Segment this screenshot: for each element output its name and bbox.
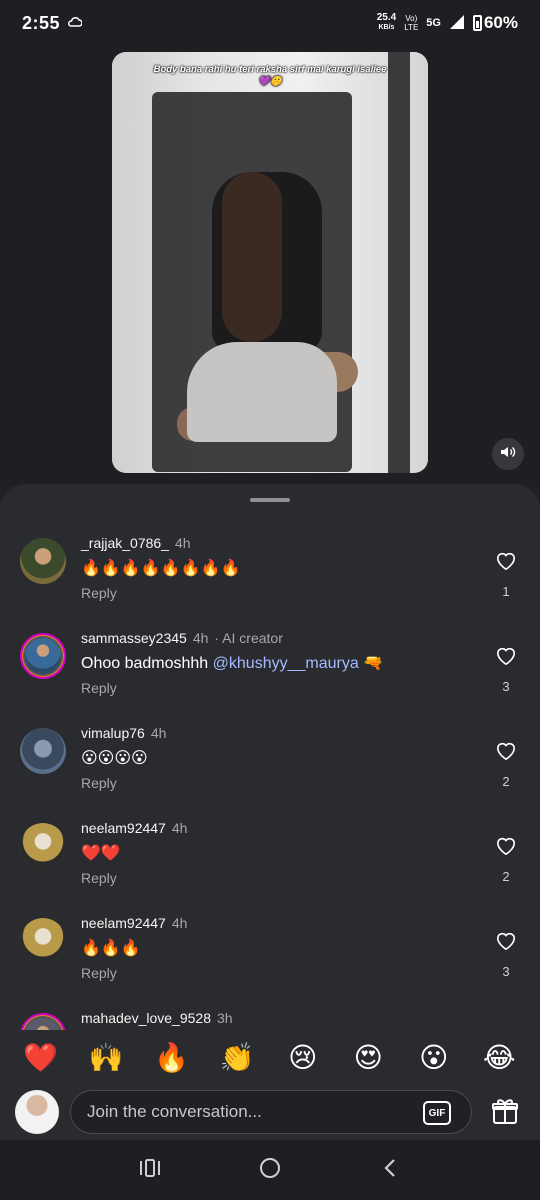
avatar[interactable] <box>20 918 66 964</box>
comment-time: 4h <box>174 535 191 551</box>
heart-icon <box>495 552 517 575</box>
comment-username[interactable]: sammassey2345 <box>81 630 187 646</box>
avatar[interactable] <box>20 728 66 774</box>
reel-video[interactable]: Body bana rahi hu teri raksha sirf mai k… <box>112 52 428 473</box>
recent-apps-icon <box>139 1158 161 1182</box>
comment-text: ❤️❤️ <box>81 845 121 862</box>
comment-text: Ohoo badmoshhh @khushyy__maurya 🔫 <box>81 655 384 672</box>
volte-indicator: Vo) LTE <box>404 14 419 32</box>
comment-list[interactable]: _rajjak_0786_ 4h 🔥🔥🔥🔥🔥🔥🔥🔥 Reply 1 sammass… <box>0 526 540 1030</box>
battery-status: 60% <box>472 13 518 33</box>
like-button[interactable]: 3 <box>494 646 518 694</box>
comment-item: vimalup76 4h 😮😮😮😮 Reply 2 <box>0 716 540 811</box>
network-speed: 25.4 KB/s <box>376 12 397 32</box>
mention-link[interactable]: @khushyy__maurya <box>213 655 359 672</box>
avatar[interactable] <box>20 633 66 679</box>
like-button[interactable]: 2 <box>494 836 518 884</box>
home-icon <box>259 1157 281 1184</box>
comment-item: neelam92447 4h ❤️❤️ Reply 2 <box>0 811 540 906</box>
comment-time: 4h <box>171 915 188 931</box>
comment-username[interactable]: neelam92447 <box>81 820 166 836</box>
battery-icon <box>472 15 482 31</box>
emoji-fire-button[interactable]: 🔥 <box>152 1041 192 1074</box>
comment-username[interactable]: _rajjak_0786_ <box>81 535 169 551</box>
like-count: 3 <box>502 964 510 979</box>
like-button[interactable]: 1 <box>494 551 518 599</box>
emoji-raised-hands-button[interactable]: 🙌 <box>86 1041 126 1074</box>
gift-button[interactable] <box>490 1096 520 1126</box>
comment-field-container: GIF <box>70 1090 472 1134</box>
comment-time: 4h <box>150 725 167 741</box>
comment-time: 3h <box>217 1010 233 1026</box>
like-count: 3 <box>502 679 510 694</box>
like-button[interactable]: 3 <box>494 931 518 979</box>
comment-input[interactable] <box>87 1091 407 1133</box>
heart-icon <box>495 742 517 765</box>
heart-icon <box>495 647 517 670</box>
status-time: 2:55 <box>22 12 61 33</box>
ai-creator-tag: · AI creator <box>214 630 283 646</box>
heart-icon <box>495 837 517 860</box>
emoji-reaction-bar: ❤️ 🙌 🔥 👏 😢 😍 😮 😂 <box>0 1032 540 1082</box>
like-button[interactable]: 2 <box>494 741 518 789</box>
comment-item: sammassey2345 4h · AI creator Ohoo badmosh… <box>0 621 540 716</box>
emoji-surprised-button[interactable]: 😮 <box>414 1041 454 1074</box>
like-count: 2 <box>502 774 510 789</box>
signal-icon <box>449 14 465 33</box>
comment-username[interactable]: neelam92447 <box>81 915 166 931</box>
reel-area: Body bana rahi hu teri raksha sirf mai k… <box>0 46 540 486</box>
home-button[interactable] <box>250 1150 290 1190</box>
avatar[interactable] <box>20 823 66 869</box>
comments-sheet: _rajjak_0786_ 4h 🔥🔥🔥🔥🔥🔥🔥🔥 Reply 1 sammass… <box>0 484 540 1140</box>
avatar[interactable] <box>20 1013 66 1030</box>
my-avatar <box>15 1090 59 1134</box>
avatar[interactable] <box>20 538 66 584</box>
like-count: 1 <box>502 584 510 599</box>
speaker-icon <box>500 445 516 464</box>
video-caption: Body bana rahi hu teri raksha sirf mai k… <box>153 64 387 87</box>
reply-button[interactable]: Reply <box>81 965 117 981</box>
sheet-drag-handle[interactable] <box>250 498 290 502</box>
back-button[interactable] <box>370 1150 410 1190</box>
comment-text: 🔥🔥🔥 <box>81 940 141 957</box>
system-navigation-bar <box>0 1140 540 1200</box>
recent-apps-button[interactable] <box>130 1150 170 1190</box>
comment-time: 4h <box>192 630 209 646</box>
gift-icon <box>490 1099 520 1130</box>
status-bar: 2:55 25.4 KB/s Vo) LTE 5G 60% <box>0 0 540 46</box>
reply-button[interactable]: Reply <box>81 775 117 791</box>
comment-item: mahadev_love_9528 3h <box>0 1001 540 1030</box>
emoji-crying-button[interactable]: 😢 <box>283 1041 323 1074</box>
comment-text: 🔥🔥🔥🔥🔥🔥🔥🔥 <box>81 560 241 577</box>
comment-item: neelam92447 4h 🔥🔥🔥 Reply 3 <box>0 906 540 1001</box>
reply-button[interactable]: Reply <box>81 585 117 601</box>
comment-composer: GIF <box>0 1084 540 1140</box>
comment-username[interactable]: vimalup76 <box>81 725 145 741</box>
emoji-laughing-button[interactable]: 😂 <box>479 1041 519 1074</box>
back-icon <box>382 1158 398 1183</box>
like-count: 2 <box>502 869 510 884</box>
comment-username[interactable]: mahadev_love_9528 <box>81 1010 211 1026</box>
comment-item: _rajjak_0786_ 4h 🔥🔥🔥🔥🔥🔥🔥🔥 Reply 1 <box>0 526 540 621</box>
emoji-heart-eyes-button[interactable]: 😍 <box>348 1041 388 1074</box>
reply-button[interactable]: Reply <box>81 680 117 696</box>
emoji-clapping-button[interactable]: 👏 <box>217 1041 257 1074</box>
cloud-icon <box>68 15 83 31</box>
gif-button[interactable]: GIF <box>423 1101 451 1125</box>
network-type: 5G <box>426 17 441 29</box>
comment-time: 4h <box>171 820 188 836</box>
emoji-red-heart-button[interactable]: ❤️ <box>21 1041 61 1074</box>
reply-button[interactable]: Reply <box>81 870 117 886</box>
sound-toggle-button[interactable] <box>492 438 524 470</box>
heart-icon <box>495 932 517 955</box>
comment-text: 😮😮😮😮 <box>81 750 148 767</box>
